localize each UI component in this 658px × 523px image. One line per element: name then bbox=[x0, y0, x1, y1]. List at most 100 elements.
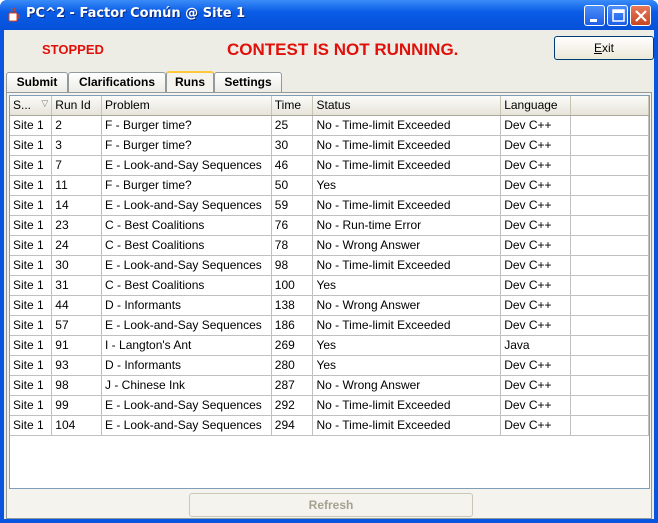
table-row[interactable]: Site 1 93 D - Informants 280 Yes Dev C++ bbox=[10, 355, 649, 376]
column-header-time[interactable]: Time bbox=[271, 96, 314, 116]
cell-run-id: 93 bbox=[51, 355, 103, 376]
table-header-row: S... ▽ Run Id Problem Time Status Languag… bbox=[10, 96, 649, 116]
cell-language: Dev C++ bbox=[500, 415, 571, 436]
app-window: PC^2 - Factor Común @ Site 1 STOPPED CON… bbox=[0, 0, 658, 523]
cell-problem: C - Best Coalitions bbox=[101, 215, 272, 236]
tab-clarifications[interactable]: Clarifications bbox=[68, 72, 166, 92]
cell-extra bbox=[570, 375, 649, 396]
tab-settings[interactable]: Settings bbox=[214, 72, 282, 92]
cell-site: Site 1 bbox=[10, 215, 53, 236]
cell-time: 269 bbox=[271, 335, 314, 356]
table-row[interactable]: Site 1 23 C - Best Coalitions 76 No - Run-ti… bbox=[10, 215, 649, 236]
cell-time: 287 bbox=[271, 375, 314, 396]
refresh-button[interactable]: Refresh bbox=[189, 493, 473, 517]
cell-problem: E - Look-and-Say Sequences bbox=[101, 395, 272, 416]
cell-status: Yes bbox=[312, 335, 502, 356]
cell-time: 59 bbox=[271, 195, 314, 216]
column-header-status[interactable]: Status bbox=[312, 96, 502, 116]
cell-extra bbox=[570, 195, 649, 216]
cell-time: 138 bbox=[271, 295, 314, 316]
table-row[interactable]: Site 17E - Look-and-Say Sequences 46 No - … bbox=[10, 155, 649, 176]
java-cup-icon bbox=[8, 7, 20, 22]
cell-problem: C - Best Coalitions bbox=[101, 235, 272, 256]
cell-site: Site 1 bbox=[10, 295, 53, 316]
contest-status-label: CONTEST IS NOT RUNNING. bbox=[227, 40, 459, 59]
table-row[interactable]: Site 1 104 E - Look-and-Say Sequences 294 No… bbox=[10, 415, 649, 436]
cell-time: 30 bbox=[271, 135, 314, 156]
exit-button[interactable]: Exit bbox=[554, 36, 654, 60]
runs-table: S... ▽ Run Id Problem Time Status Languag… bbox=[10, 96, 649, 436]
cell-run-id: 11 bbox=[51, 175, 103, 196]
cell-language: Dev C++ bbox=[500, 315, 571, 336]
cell-language: Dev C++ bbox=[500, 395, 571, 416]
cell-status: Yes bbox=[312, 175, 502, 196]
cell-extra bbox=[570, 295, 649, 316]
cell-time: 294 bbox=[271, 415, 314, 436]
cell-problem: D - Informants bbox=[101, 295, 272, 316]
cell-run-id: 99 bbox=[51, 395, 103, 416]
column-header-site[interactable]: S... ▽ bbox=[10, 96, 53, 116]
close-button[interactable] bbox=[630, 5, 651, 26]
cell-status: No - Time-limit Exceeded bbox=[312, 155, 502, 176]
column-header-extra[interactable] bbox=[570, 96, 649, 116]
table-row[interactable]: Site 1 30 E - Look-and-Say Sequences 98 No -… bbox=[10, 255, 649, 276]
cell-site: Site 1 bbox=[10, 135, 53, 156]
cell-run-id: 91 bbox=[51, 335, 103, 356]
cell-run-id: 24 bbox=[51, 235, 103, 256]
cell-site: Site 1 bbox=[10, 155, 53, 176]
maximize-button[interactable] bbox=[607, 5, 628, 26]
cell-run-id: 30 bbox=[51, 255, 103, 276]
table-row[interactable]: Site 1 11 F - Burger time? 50 Yes Dev C++ bbox=[10, 175, 649, 196]
runs-table-scrollpane[interactable]: S... ▽ Run Id Problem Time Status Languag… bbox=[9, 95, 650, 489]
cell-status: No - Time-limit Exceeded bbox=[312, 315, 502, 336]
column-header-run-id[interactable]: Run Id bbox=[51, 96, 103, 116]
table-row[interactable]: Site 12F - Burger time? 25 No - Time-limit… bbox=[10, 115, 649, 136]
state-label: STOPPED bbox=[42, 42, 104, 57]
sort-descending-icon: ▽ bbox=[41, 98, 49, 109]
cell-problem: E - Look-and-Say Sequences bbox=[101, 255, 272, 276]
cell-extra bbox=[570, 395, 649, 416]
title-bar[interactable]: PC^2 - Factor Común @ Site 1 bbox=[0, 0, 658, 30]
column-header-problem[interactable]: Problem bbox=[101, 96, 272, 116]
cell-status: Yes bbox=[312, 355, 502, 376]
cell-problem: E - Look-and-Say Sequences bbox=[101, 155, 272, 176]
cell-extra bbox=[570, 275, 649, 296]
table-row[interactable]: Site 1 44 D - Informants 138 No - Wrong Answ… bbox=[10, 295, 649, 316]
cell-extra bbox=[570, 415, 649, 436]
cell-run-id: 3 bbox=[51, 135, 103, 156]
cell-language: Dev C++ bbox=[500, 115, 571, 136]
cell-language: Dev C++ bbox=[500, 275, 571, 296]
cell-status: No - Wrong Answer bbox=[312, 295, 502, 316]
table-row[interactable]: Site 1 98 J - Chinese Ink 287 No - Wrong Ans… bbox=[10, 375, 649, 396]
runs-table-body: Site 12F - Burger time? 25 No - Time-limit… bbox=[10, 115, 649, 436]
table-row[interactable]: Site 1 99 E - Look-and-Say Sequences 292 No … bbox=[10, 395, 649, 416]
cell-problem: J - Chinese Ink bbox=[101, 375, 272, 396]
cell-time: 78 bbox=[271, 235, 314, 256]
column-header-language[interactable]: Language bbox=[500, 96, 571, 116]
table-row[interactable]: Site 1 31 C - Best Coalitions 100 Yes Dev C++ bbox=[10, 275, 649, 296]
cell-status: No - Time-limit Exceeded bbox=[312, 255, 502, 276]
minimize-icon bbox=[590, 19, 597, 22]
close-icon bbox=[635, 10, 647, 22]
cell-problem: F - Burger time? bbox=[101, 115, 272, 136]
cell-time: 50 bbox=[271, 175, 314, 196]
cell-site: Site 1 bbox=[10, 355, 53, 376]
table-row[interactable]: Site 1 14 E - Look-and-Say Sequences 59 No -… bbox=[10, 195, 649, 216]
cell-language: Java bbox=[500, 335, 571, 356]
tab-submit[interactable]: Submit bbox=[6, 72, 68, 92]
cell-run-id: 44 bbox=[51, 295, 103, 316]
cell-status: No - Run-time Error bbox=[312, 215, 502, 236]
cell-status: No - Time-limit Exceeded bbox=[312, 415, 502, 436]
cell-site: Site 1 bbox=[10, 115, 53, 136]
table-row[interactable]: Site 1 24 C - Best Coalitions 78 No - Wrong … bbox=[10, 235, 649, 256]
table-row[interactable]: Site 13F - Burger time? 30 No - Time-limit… bbox=[10, 135, 649, 156]
table-row[interactable]: Site 1 91 I - Langton's Ant 269 Yes Java bbox=[10, 335, 649, 356]
cell-site: Site 1 bbox=[10, 315, 53, 336]
tab-runs[interactable]: Runs bbox=[166, 71, 214, 93]
cell-language: Dev C++ bbox=[500, 255, 571, 276]
cell-run-id: 104 bbox=[51, 415, 103, 436]
cell-language: Dev C++ bbox=[500, 355, 571, 376]
table-row[interactable]: Site 1 57 E - Look-and-Say Sequences 186 No … bbox=[10, 315, 649, 336]
cell-language: Dev C++ bbox=[500, 175, 571, 196]
minimize-button[interactable] bbox=[584, 5, 605, 26]
